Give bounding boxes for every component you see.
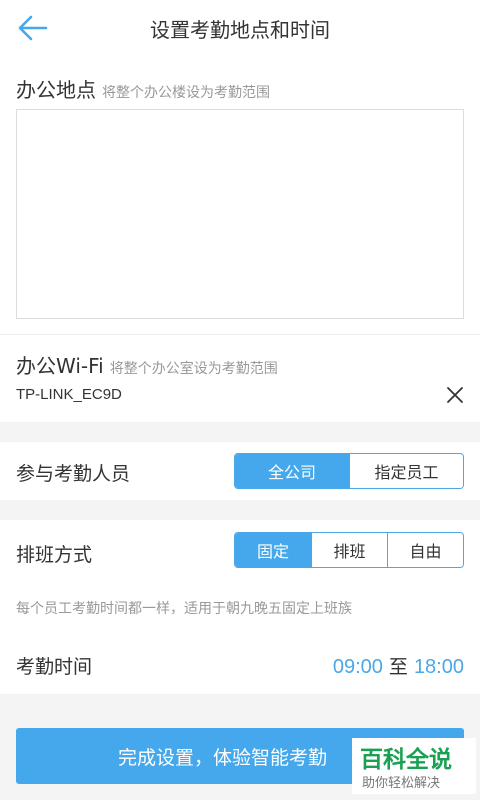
office-location-label: 办公地点 bbox=[16, 78, 96, 102]
section-gap bbox=[0, 500, 480, 520]
wifi-network-name: TP-LINK_EC9D bbox=[16, 386, 122, 403]
attendance-time-row[interactable]: 考勤时间 09:00 至 18:00 bbox=[0, 636, 480, 694]
option-whole-company[interactable]: 全公司 bbox=[235, 454, 349, 488]
attendance-time-value[interactable]: 09:00 至 18:00 bbox=[333, 652, 464, 679]
schedule-title: 排班方式 bbox=[16, 544, 93, 566]
watermark-logo: 百科全说 助你轻松解决 bbox=[352, 738, 476, 794]
close-icon bbox=[447, 387, 463, 403]
office-location-section: 办公地点 将整个办公楼设为考勤范围 bbox=[0, 58, 480, 334]
office-wifi-hint: 将整个办公室设为考勤范围 bbox=[109, 361, 278, 377]
section-gap bbox=[0, 422, 480, 442]
attendance-time-title: 考勤时间 bbox=[16, 656, 93, 678]
participants-segmented-control: 全公司 指定员工 bbox=[234, 453, 464, 489]
office-location-map[interactable] bbox=[16, 109, 464, 319]
office-location-hint: 将整个办公楼设为考勤范围 bbox=[102, 85, 270, 101]
start-time: 09:00 bbox=[332, 656, 383, 678]
page-title: 设置考勤地点和时间 bbox=[150, 18, 330, 42]
end-time: 18:00 bbox=[413, 656, 464, 678]
office-wifi-title: 办公Wi-Fi 将整个办公室设为考勤范围 bbox=[16, 350, 278, 379]
finish-setup-label: 完成设置，体验智能考勤 bbox=[118, 746, 328, 769]
office-wifi-section: 办公Wi-Fi 将整个办公室设为考勤范围 TP-LINK_EC9D bbox=[0, 336, 480, 422]
office-wifi-label: 办公Wi-Fi bbox=[16, 354, 104, 378]
remove-wifi-button[interactable] bbox=[442, 382, 468, 408]
option-shift[interactable]: 排班 bbox=[311, 533, 387, 567]
header-bar: 设置考勤地点和时间 bbox=[0, 0, 480, 58]
time-separator: 至 bbox=[388, 656, 408, 678]
participants-row: 参与考勤人员 全公司 指定员工 bbox=[0, 442, 480, 500]
option-specified-staff[interactable]: 指定员工 bbox=[349, 454, 463, 488]
option-flexible[interactable]: 自由 bbox=[387, 533, 463, 567]
divider bbox=[0, 334, 480, 335]
watermark-subtitle: 助你轻松解决 bbox=[362, 776, 441, 791]
watermark-title: 百科全说 bbox=[360, 747, 452, 773]
schedule-segmented-control: 固定 排班 自由 bbox=[234, 532, 464, 568]
option-fixed[interactable]: 固定 bbox=[235, 533, 311, 567]
schedule-description: 每个员工考勤时间都一样，适用于朝九晚五固定上班族 bbox=[16, 601, 352, 617]
participants-title: 参与考勤人员 bbox=[16, 463, 131, 485]
office-location-title: 办公地点 将整个办公楼设为考勤范围 bbox=[16, 74, 270, 103]
schedule-section: 排班方式 固定 排班 自由 bbox=[0, 520, 480, 636]
